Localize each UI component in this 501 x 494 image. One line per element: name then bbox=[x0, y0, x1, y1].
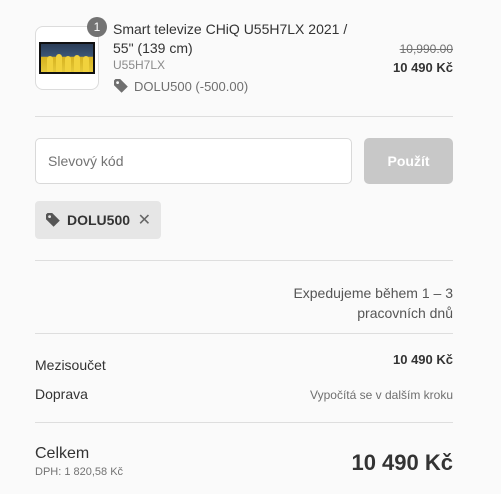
shipping-note: Expedujeme během 1 – 3 pracovních dnů bbox=[293, 285, 453, 321]
applied-discount-code: DOLU500 bbox=[67, 212, 131, 228]
product-thumbnail bbox=[35, 26, 99, 90]
product-title: Smart televize CHiQ U55H7LX 2021 / 55" (… bbox=[113, 21, 348, 56]
vat-amount: DPH: 1 820,58 Kč bbox=[35, 466, 124, 478]
price-current: 10 490 Kč bbox=[393, 60, 453, 75]
tv-image bbox=[39, 42, 95, 74]
shipping-value: Vypočítá se v dalším kroku bbox=[310, 388, 453, 402]
product-sku: U55H7LX bbox=[113, 58, 166, 72]
apply-discount-button[interactable]: Použít bbox=[364, 138, 453, 184]
divider bbox=[35, 333, 453, 334]
product-discount: DOLU500 (-500.00) bbox=[113, 78, 248, 94]
subtotal-label: Mezisoučet bbox=[35, 357, 106, 373]
total-value: 10 490 Kč bbox=[351, 450, 453, 475]
discount-code-input[interactable] bbox=[35, 138, 352, 184]
divider bbox=[35, 422, 453, 423]
divider bbox=[35, 260, 453, 261]
applied-discount-chip: DOLU500 ✕ bbox=[35, 201, 161, 239]
divider bbox=[35, 116, 453, 117]
price-original: 10,990.00 bbox=[399, 42, 453, 56]
tag-icon bbox=[46, 213, 60, 227]
total-label: Celkem bbox=[35, 445, 90, 462]
tag-icon bbox=[114, 79, 128, 93]
product-discount-text: DOLU500 (-500.00) bbox=[134, 78, 249, 94]
subtotal-value: 10 490 Kč bbox=[393, 352, 453, 367]
quantity-badge: 1 bbox=[87, 17, 107, 37]
remove-discount-close-icon[interactable]: ✕ bbox=[138, 210, 151, 230]
shipping-label: Doprava bbox=[35, 386, 88, 402]
